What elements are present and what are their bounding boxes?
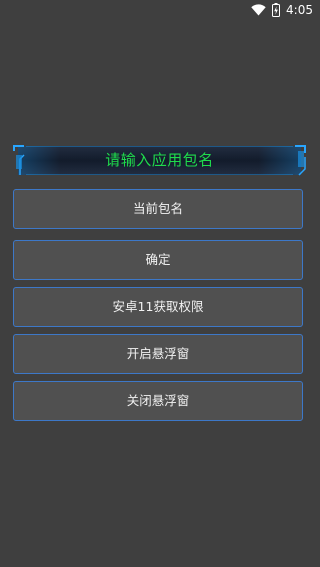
android11-permission-button[interactable]: 安卓11获取权限 (13, 287, 303, 327)
close-float-window-button[interactable]: 关闭悬浮窗 (13, 381, 303, 421)
status-time: 4:05 (286, 3, 313, 17)
status-icons: 4:05 (251, 3, 313, 17)
open-float-window-button[interactable]: 开启悬浮窗 (13, 334, 303, 374)
page-title: 请输入应用包名 (105, 151, 214, 169)
status-bar: 4:05 (0, 0, 319, 24)
confirm-button[interactable]: 确定 (13, 240, 303, 280)
current-package-button[interactable]: 当前包名 (13, 189, 303, 229)
wifi-icon (251, 4, 266, 16)
title-banner: 请输入应用包名 (12, 143, 307, 177)
battery-icon (272, 3, 281, 17)
